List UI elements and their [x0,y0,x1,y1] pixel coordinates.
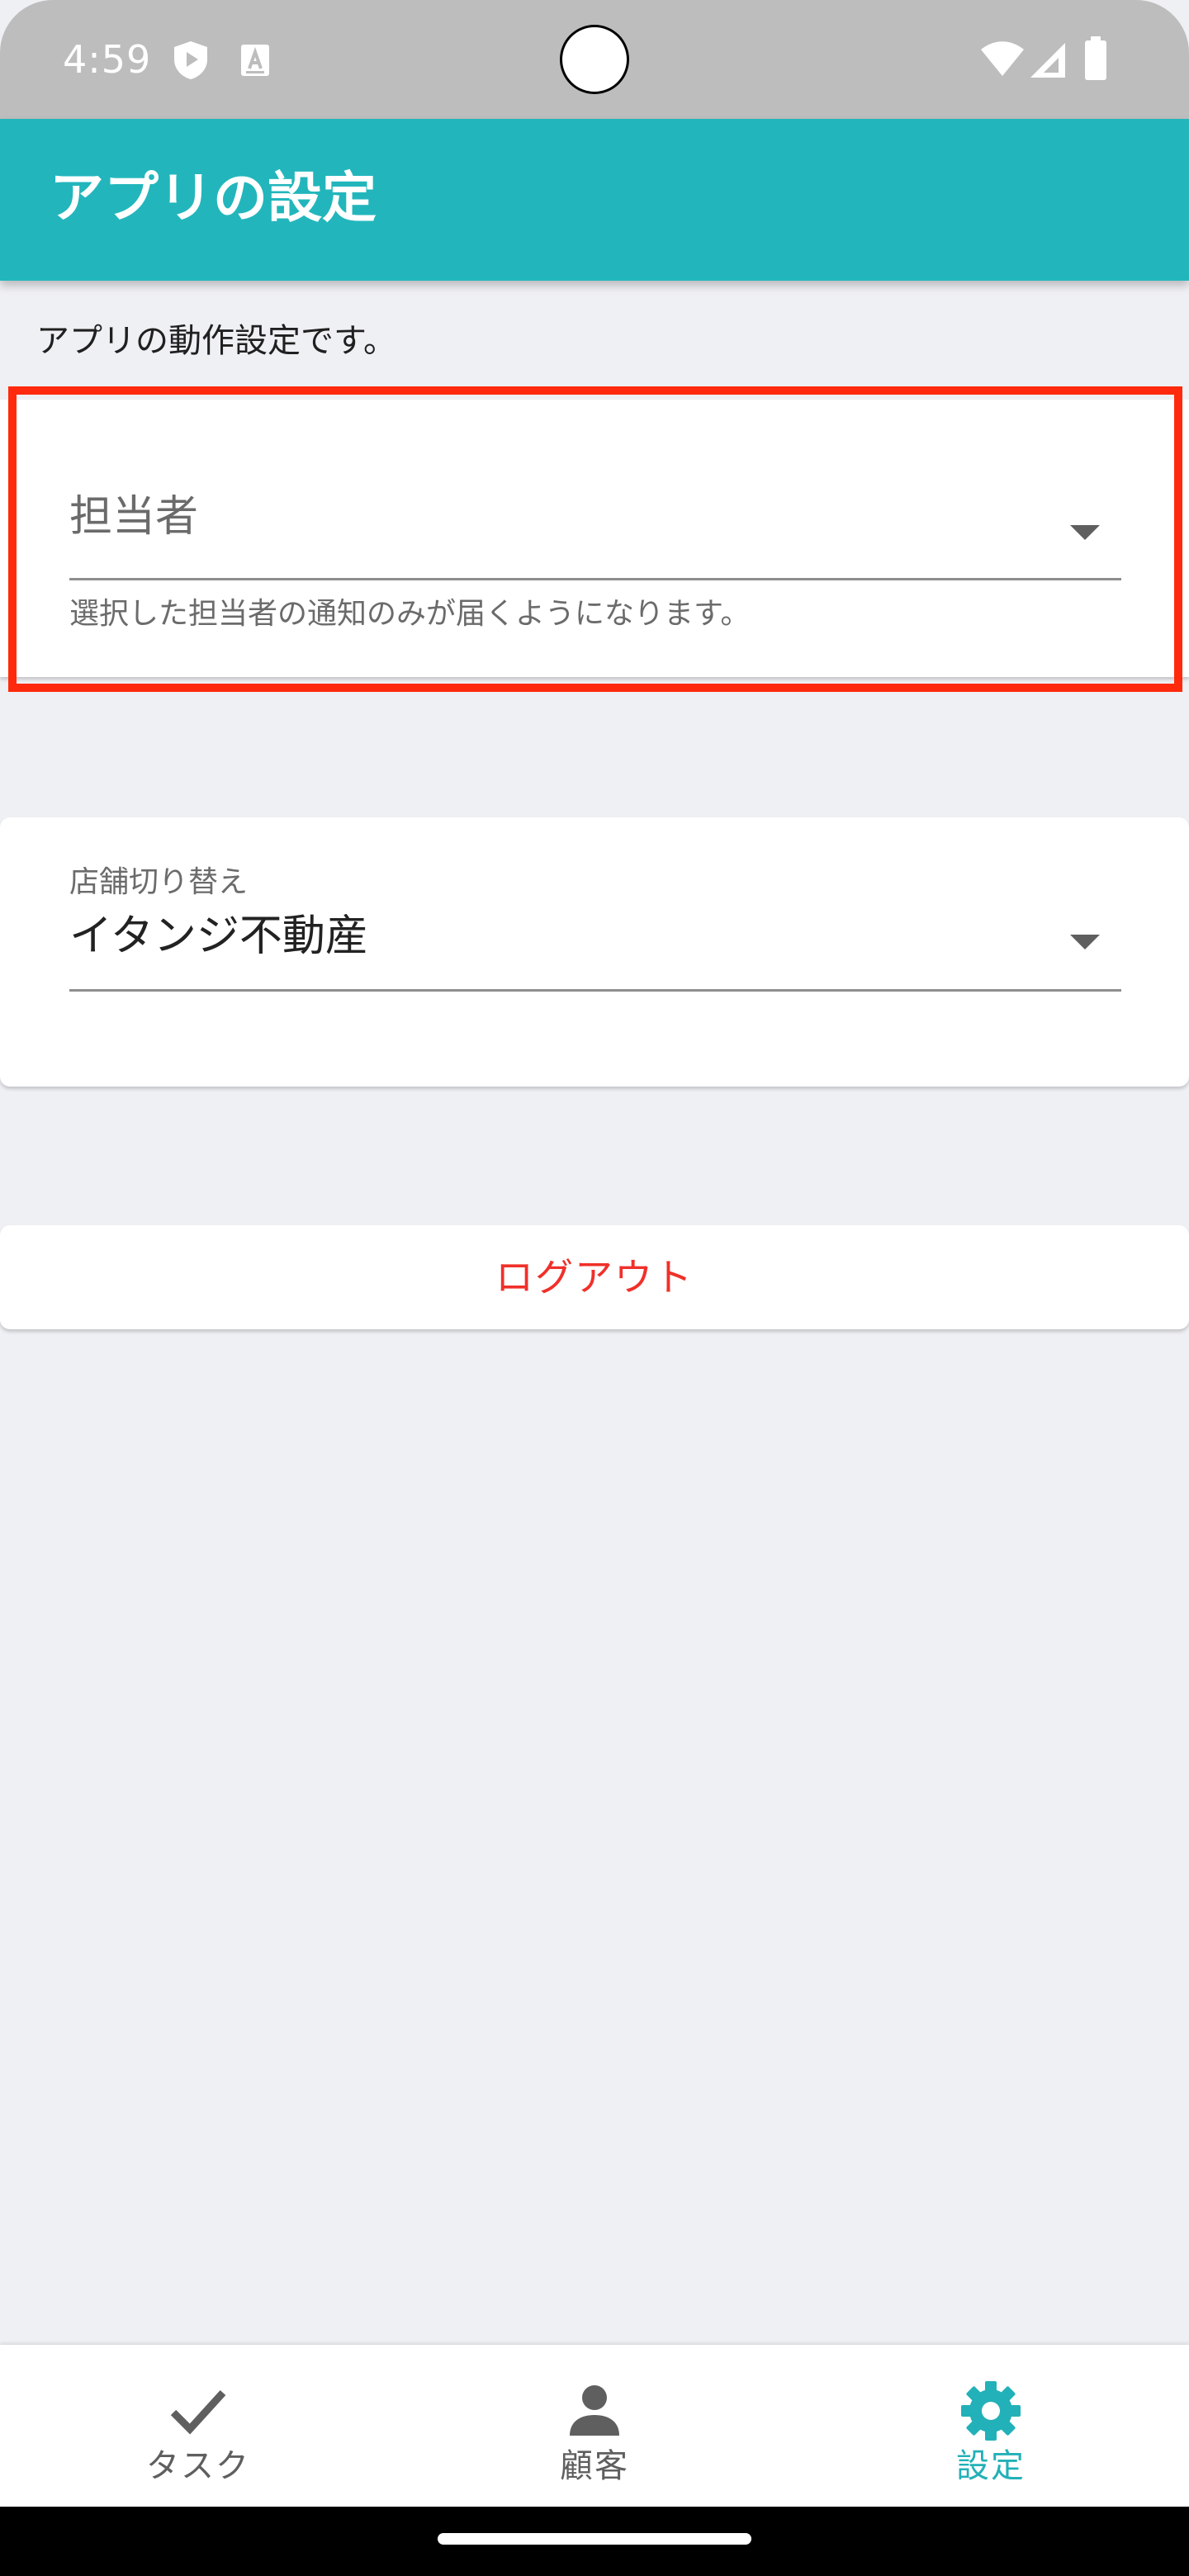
nav-label-tasks: タスク [146,2447,250,2485]
a-notification-icon [241,45,269,76]
bottom-navigation: タスク 顧客 設定 [0,2345,1189,2507]
person-icon [570,2385,619,2436]
nav-item-tasks[interactable]: タスク [0,2345,396,2507]
front-camera [560,25,629,94]
home-gesture-handle[interactable] [438,2533,751,2545]
store-select-label: 店舗切り替え [69,865,249,899]
app-bar: アプリの設定 [0,119,1189,281]
store-select[interactable]: イタンジ不動産 [69,910,368,963]
highlight-frame [8,386,1182,692]
nav-item-settings[interactable]: 設定 [793,2345,1189,2507]
page-title: アプリの設定 [50,166,377,230]
chevron-down-icon[interactable] [1070,935,1100,949]
nav-label-customers: 顧客 [560,2447,629,2485]
system-navigation-bar [0,2507,1189,2576]
page-description: アプリの動作設定です。 [36,322,396,360]
status-time: 4:59 [63,37,152,82]
signal-icon [1030,43,1065,78]
logout-label: ログアウト [495,1255,694,1300]
nav-label-settings: 設定 [956,2447,1026,2485]
store-card: 店舗切り替え イタンジ不動産 [0,817,1189,1087]
nav-item-customers[interactable]: 顧客 [396,2345,793,2507]
gear-icon [961,2381,1021,2441]
battery-icon [1085,36,1106,80]
wifi-icon [981,41,1024,76]
store-select-underline [69,989,1121,992]
shield-play-icon [174,41,207,79]
check-icon [170,2389,226,2435]
logout-button[interactable]: ログアウト [0,1225,1189,1329]
status-bar: 4:59 [0,0,1189,119]
